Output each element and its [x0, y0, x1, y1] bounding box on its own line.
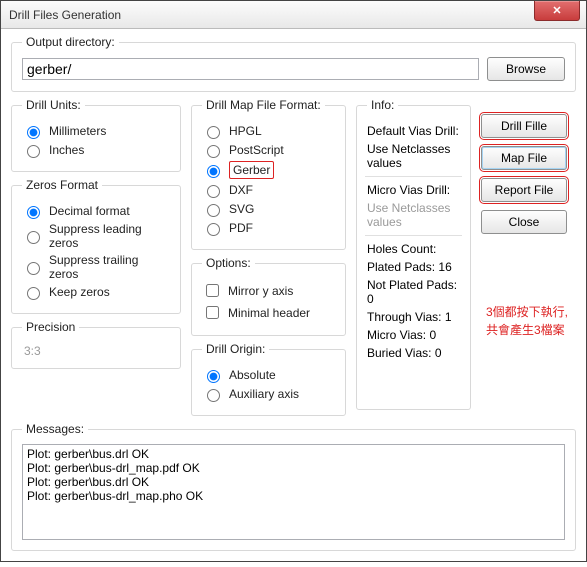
radio-suppress-trailing[interactable]: Suppress trailing zeros — [22, 253, 170, 281]
radio-pdf[interactable]: PDF — [202, 220, 335, 236]
radio-decimal-format[interactable]: Decimal format — [22, 203, 170, 219]
close-button[interactable]: Close — [481, 210, 567, 234]
radio-hpgl[interactable]: HPGL — [202, 123, 335, 139]
radio-auxiliary[interactable]: Auxiliary axis — [202, 386, 335, 402]
drill-units-group: Drill Units: Millimeters Inches — [11, 98, 181, 172]
check-mirror-y[interactable]: Mirror y axis — [202, 281, 335, 300]
holes-count-legend: Holes Count: — [367, 242, 460, 256]
output-directory-legend: Output directory: — [22, 35, 119, 49]
micro-vias-label: Micro Vias Drill: — [367, 183, 460, 197]
titlebar: Drill Files Generation ✕ — [1, 1, 586, 29]
map-file-button[interactable]: Map File — [481, 146, 567, 170]
radio-dxf[interactable]: DXF — [202, 182, 335, 198]
browse-button[interactable]: Browse — [487, 57, 565, 81]
zeros-format-legend: Zeros Format — [22, 178, 102, 192]
radio-suppress-leading[interactable]: Suppress leading zeros — [22, 222, 170, 250]
divider — [365, 235, 462, 236]
drill-map-format-legend: Drill Map File Format: — [202, 98, 325, 112]
default-vias-sub: Use Netclasses values — [367, 142, 460, 170]
report-file-button[interactable]: Report File — [481, 178, 567, 202]
messages-group: Messages: Plot: gerber\bus.drl OK Plot: … — [11, 422, 576, 551]
radio-svg[interactable]: SVG — [202, 201, 335, 217]
radio-keep-zeros[interactable]: Keep zeros — [22, 284, 170, 300]
output-directory-input[interactable] — [22, 58, 479, 80]
radio-inches[interactable]: Inches — [22, 142, 170, 158]
drill-origin-group: Drill Origin: Absolute Auxiliary axis — [191, 342, 346, 416]
radio-gerber[interactable]: Gerber — [202, 161, 335, 179]
radio-postscript[interactable]: PostScript — [202, 142, 335, 158]
drill-origin-legend: Drill Origin: — [202, 342, 269, 356]
check-minimal-header[interactable]: Minimal header — [202, 303, 335, 322]
divider — [365, 176, 462, 177]
precision-value: 3:3 — [22, 342, 170, 358]
options-legend: Options: — [202, 256, 255, 270]
window-title: Drill Files Generation — [9, 8, 121, 22]
precision-legend: Precision — [22, 320, 79, 334]
info-group: Info: Default Vias Drill: Use Netclasses… — [356, 98, 471, 410]
output-directory-group: Output directory: Browse — [11, 35, 576, 92]
drill-map-format-group: Drill Map File Format: HPGL PostScript G… — [191, 98, 346, 250]
info-legend: Info: — [367, 98, 398, 112]
holes-not-plated: Not Plated Pads: 0 — [367, 278, 460, 306]
drill-units-legend: Drill Units: — [22, 98, 85, 112]
zeros-format-group: Zeros Format Decimal format Suppress lea… — [11, 178, 181, 314]
annotation-text: 3個都按下執行, 共會產生3檔案 — [486, 303, 568, 339]
radio-millimeters[interactable]: Millimeters — [22, 123, 170, 139]
holes-buried: Buried Vias: 0 — [367, 346, 460, 360]
radio-absolute[interactable]: Absolute — [202, 367, 335, 383]
default-vias-label: Default Vias Drill: — [367, 124, 460, 138]
messages-legend: Messages: — [22, 422, 88, 436]
holes-through: Through Vias: 1 — [367, 310, 460, 324]
holes-micro: Micro Vias: 0 — [367, 328, 460, 342]
close-icon[interactable]: ✕ — [534, 1, 580, 21]
drill-file-button[interactable]: Drill Fille — [481, 114, 567, 138]
precision-group: Precision 3:3 — [11, 320, 181, 369]
options-group: Options: Mirror y axis Minimal header — [191, 256, 346, 336]
holes-plated: Plated Pads: 16 — [367, 260, 460, 274]
messages-textarea[interactable]: Plot: gerber\bus.drl OK Plot: gerber\bus… — [22, 444, 565, 540]
micro-vias-sub: Use Netclasses values — [367, 201, 460, 229]
